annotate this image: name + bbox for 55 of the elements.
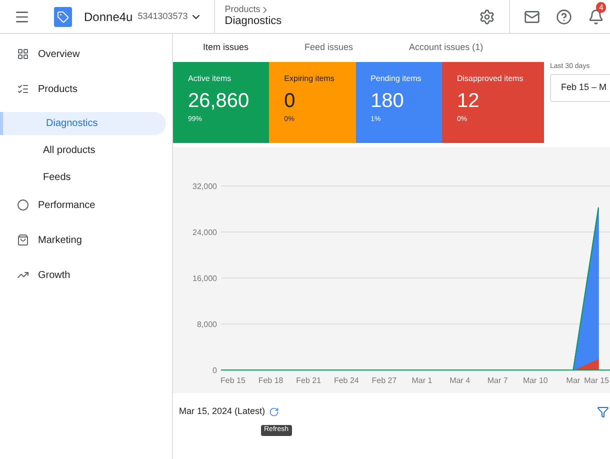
axis-label: Feb 24 [334, 376, 359, 385]
sidebar-item[interactable]: Overview [0, 42, 172, 66]
axis-label: 0 [212, 366, 217, 375]
sidebar-item[interactable]: Diagnostics [0, 112, 166, 135]
axis-label: 8,000 [196, 320, 217, 329]
grid-icon [17, 48, 29, 60]
list-icon [17, 83, 29, 95]
axis-label: Mar 4 [450, 376, 470, 385]
card-value: 12 [456, 89, 480, 114]
bag-icon [17, 234, 29, 246]
menu-icon[interactable] [14, 8, 30, 24]
card-value: 26,860 [188, 89, 250, 114]
axis-label: Mar 1 [412, 376, 432, 385]
account-id: 5341303573 [138, 10, 188, 23]
account-name: Donne4u [84, 8, 133, 26]
help-icon[interactable] [556, 8, 572, 24]
sidebar-item[interactable]: Performance [0, 193, 172, 217]
axis-label: Feb 27 [372, 376, 397, 385]
notification-badge: 4 [596, 2, 606, 12]
trend-icon [17, 269, 29, 281]
axis-label: Mar [566, 376, 580, 385]
sidebar-item[interactable]: Marketing [0, 228, 172, 252]
axis-label: Mar 7 [487, 376, 508, 385]
card-label: Active items [188, 73, 232, 85]
card-label: Pending items [370, 73, 422, 85]
card-label: Expiring items [284, 73, 336, 85]
page-title: Diagnostics [224, 15, 282, 29]
breadcrumb-link[interactable]: Products [224, 4, 260, 16]
bell-icon[interactable] [588, 8, 604, 24]
tab[interactable]: Account issues (1) [409, 34, 484, 62]
tab[interactable]: Item issues [203, 34, 249, 62]
date-range-button[interactable]: Feb 15 – M [550, 74, 610, 102]
axis-label: 24,000 [192, 228, 217, 237]
refresh-icon[interactable] [269, 407, 280, 417]
card-value: 0 [284, 89, 296, 114]
sidebar-item[interactable]: Products [0, 77, 172, 101]
snapshot-date: Mar 15, 2024 (Latest) [179, 405, 266, 418]
axis-label: 16,000 [192, 274, 217, 283]
logo-icon [54, 6, 72, 26]
filter-icon[interactable] [597, 406, 609, 418]
axis-label: Feb 18 [258, 376, 284, 385]
card-value: 180 [370, 89, 405, 114]
settings-icon[interactable] [479, 8, 495, 24]
sidebar-item[interactable]: Feeds [0, 166, 166, 189]
ring-icon [17, 199, 29, 211]
axis-label: 32,000 [192, 182, 217, 191]
axis-label: Mar 10 [522, 376, 548, 385]
axis-label: Feb 21 [296, 376, 322, 385]
sidebar-item[interactable]: All products [0, 139, 166, 162]
sidebar-item[interactable]: Growth [0, 263, 172, 287]
axis-label: Mar 15 [584, 376, 609, 385]
tab[interactable]: Feed issues [304, 34, 354, 62]
mail-icon[interactable] [524, 8, 540, 24]
axis-label: Feb 15 [220, 376, 246, 385]
card-label: Disapproved items [456, 73, 524, 85]
